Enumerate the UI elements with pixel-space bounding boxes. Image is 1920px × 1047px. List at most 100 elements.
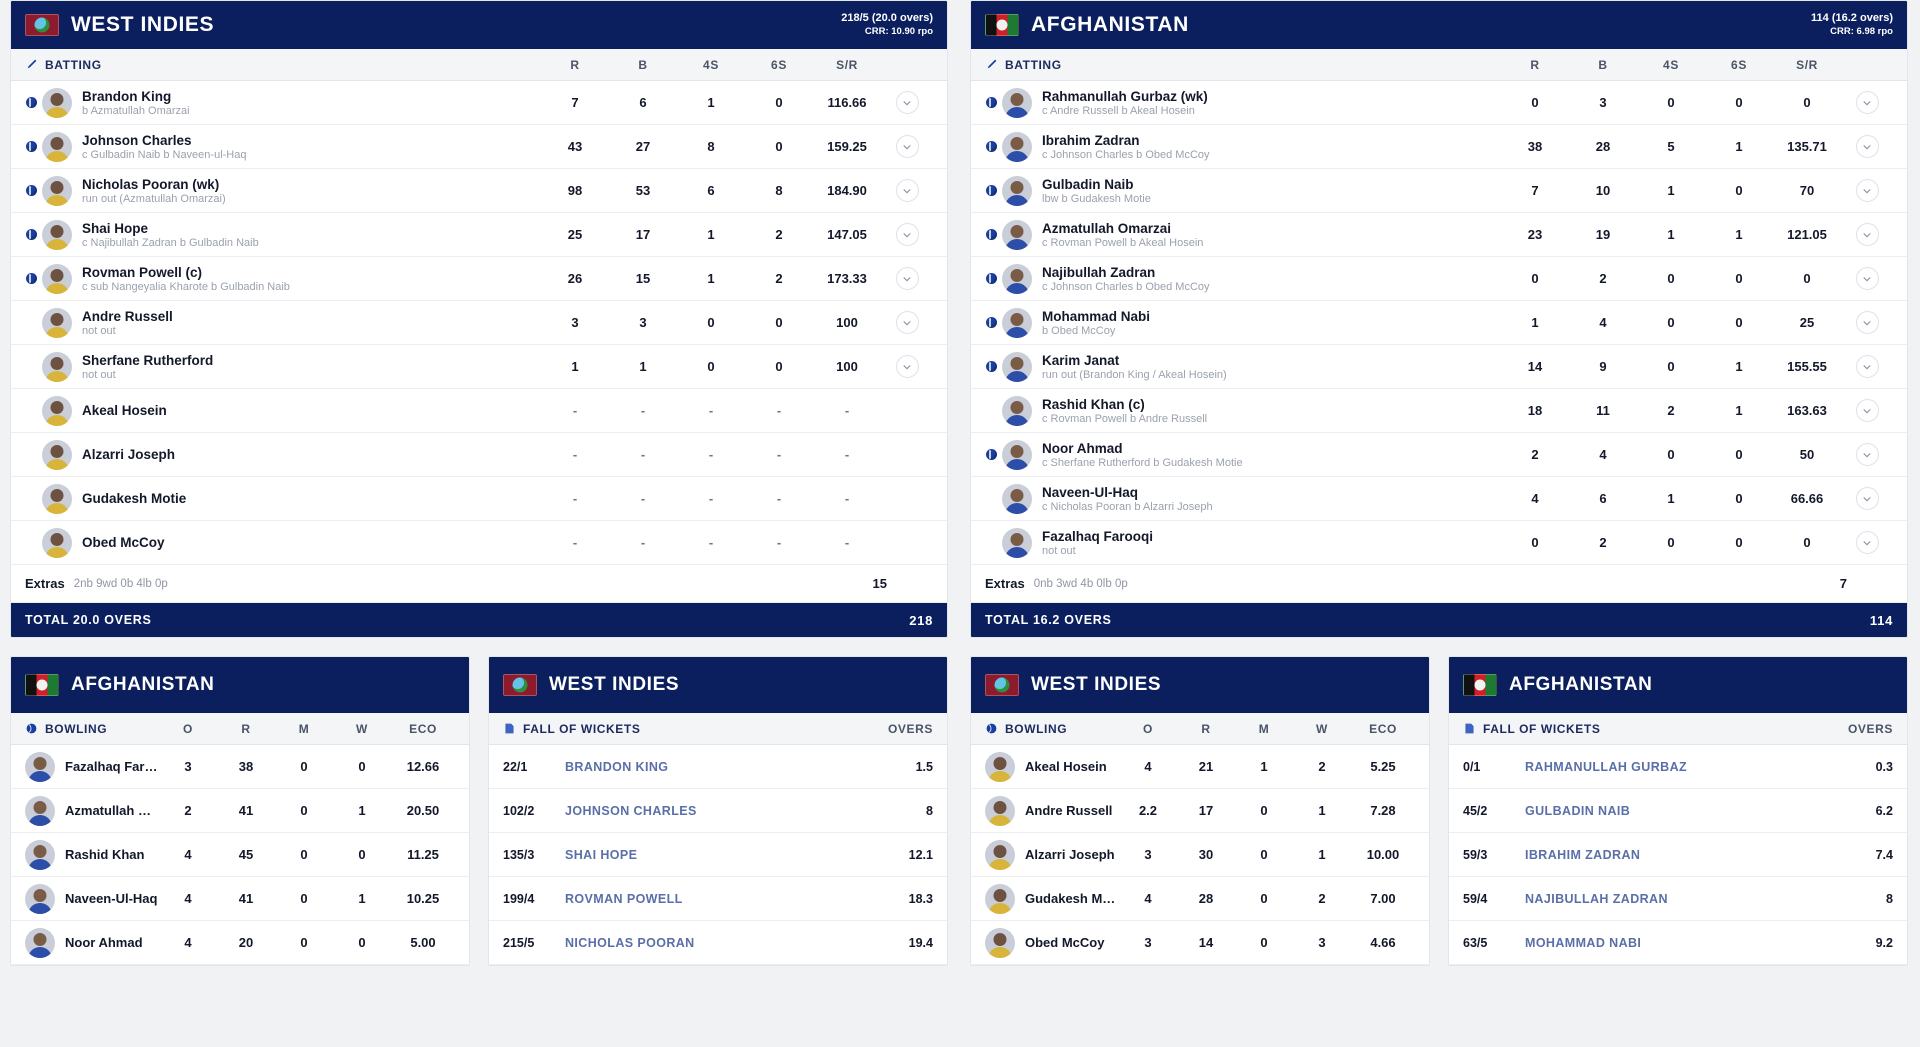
batsman-row[interactable]: Naveen-Ul-Haq c Nicholas Pooran b Alzarri… [971,477,1907,521]
fow-row[interactable]: 102/2 JOHNSON CHARLES 8 [489,789,947,833]
dismissal-text: c Sherfane Rutherford b Gudakesh Motie [1042,456,1243,469]
bowler-row[interactable]: Andre Russell 2.2 17 0 1 7.28 [971,789,1429,833]
fow-player-name[interactable]: NICHOLAS POORAN [565,936,873,950]
chevron-down-icon[interactable] [1855,223,1879,246]
bowler-row[interactable]: Rashid Khan 4 45 0 0 11.25 [11,833,469,877]
chevron-down-icon[interactable] [1855,487,1879,510]
chevron-down-icon[interactable] [1855,311,1879,334]
fow-row[interactable]: 22/1 BRANDON KING 1.5 [489,745,947,789]
chevron-down-icon[interactable] [895,223,919,246]
afghanistan-flag-icon [1463,674,1497,696]
batsman-stat-r: 0 [1531,271,1539,286]
bowler-row[interactable]: Azmatullah Omarzai 2 41 0 1 20.50 [11,789,469,833]
bowler-row[interactable]: Gudakesh Motie 4 28 0 2 7.00 [971,877,1429,921]
bowler-stat-r: 41 [238,891,254,906]
chevron-down-icon[interactable] [1855,531,1879,554]
batsman-stat-sr: 173.33 [827,271,867,286]
batsman-info: Alzarri Joseph [82,447,541,462]
fow-row[interactable]: 59/3 IBRAHIM ZADRAN 7.4 [1449,833,1907,877]
fow-player-name[interactable]: JOHNSON CHARLES [565,804,873,818]
batsman-row[interactable]: Rahmanullah Gurbaz (wk) c Andre Russell b… [971,81,1907,125]
chevron-down-icon[interactable] [1855,443,1879,466]
expand-cell [1841,91,1893,114]
bowler-stat-o: 4 [184,891,192,906]
batsman-row[interactable]: Gulbadin Naib lbw b Gudakesh Motie 7 10 1 0 70 [971,169,1907,213]
bowler-name: Fazalhaq Farooqi [65,759,159,774]
bowler-row[interactable]: Noor Ahmad 4 20 0 0 5.00 [11,921,469,965]
fow-row[interactable]: 59/4 NAJIBULLAH ZADRAN 8 [1449,877,1907,921]
batsman-info: Obed McCoy [82,535,541,550]
chevron-down-icon[interactable] [895,311,919,334]
batsman-row[interactable]: Fazalhaq Farooqi not out 0 2 0 0 0 [971,521,1907,565]
chevron-down-icon[interactable] [1855,179,1879,202]
fow-player-name[interactable]: RAHMANULLAH GURBAZ [1525,760,1833,774]
wicket-ball-icon [985,141,998,152]
player-avatar [42,527,72,558]
bowler-row[interactable]: Naveen-Ul-Haq 4 41 0 1 10.25 [11,877,469,921]
fow-player-name[interactable]: SHAI HOPE [565,848,873,862]
fow-player-name[interactable]: IBRAHIM ZADRAN [1525,848,1833,862]
batsman-row[interactable]: Andre Russell not out 3 3 0 0 100 [11,301,947,345]
batsman-stat-b: - [640,403,646,418]
bowler-stat-o: 4 [1144,891,1152,906]
chevron-down-icon[interactable] [895,355,919,378]
batsman-stat-r: - [572,403,578,418]
batsman-row[interactable]: Sherfane Rutherford not out 1 1 0 0 100 [11,345,947,389]
batsman-row[interactable]: Nicholas Pooran (wk) run out (Azmatullah … [11,169,947,213]
batsman-row[interactable]: Mohammad Nabi b Obed McCoy 1 4 0 0 25 [971,301,1907,345]
expand-cell [1841,487,1893,510]
ball-marker [986,141,997,152]
batsman-row[interactable]: Rashid Khan (c) c Rovman Powell b Andre R… [971,389,1907,433]
batting-col-6s: 6S [771,57,787,72]
innings-score: 218/5 (20.0 overs) CRR: 10.90 rpo [841,12,933,38]
fow-row[interactable]: 63/5 MOHAMMAD NABI 9.2 [1449,921,1907,965]
bowler-row[interactable]: Akeal Hosein 4 21 1 2 5.25 [971,745,1429,789]
batsman-stat-s: 0 [1735,315,1743,330]
batsman-row[interactable]: Alzarri Joseph - - - - - [11,433,947,477]
batsman-row[interactable]: Najibullah Zadran c Johnson Charles b Obe… [971,257,1907,301]
fow-player-name[interactable]: ROVMAN POWELL [565,892,873,906]
fow-over: 9.2 [1875,935,1893,950]
chevron-down-icon[interactable] [895,91,919,114]
fow-row[interactable]: 0/1 RAHMANULLAH GURBAZ 0.3 [1449,745,1907,789]
batsman-info: Fazalhaq Farooqi not out [1042,529,1501,557]
chevron-down-icon[interactable] [895,267,919,290]
bowler-row[interactable]: Alzarri Joseph 3 30 0 1 10.00 [971,833,1429,877]
batsman-row[interactable]: Azmatullah Omarzai c Rovman Powell b Akea… [971,213,1907,257]
chevron-down-icon[interactable] [895,135,919,158]
batsman-name: Rashid Khan (c) [1042,396,1145,412]
player-avatar [985,927,1015,958]
fow-row[interactable]: 199/4 ROVMAN POWELL 18.3 [489,877,947,921]
chevron-down-icon[interactable] [1855,355,1879,378]
chevron-down-icon[interactable] [895,179,919,202]
batsman-info: Andre Russell not out [82,309,541,337]
fow-row[interactable]: 45/2 GULBADIN NAIB 6.2 [1449,789,1907,833]
batsman-row[interactable]: Akeal Hosein - - - - - [11,389,947,433]
batsman-name: Najibullah Zadran [1042,264,1156,280]
bowler-row[interactable]: Fazalhaq Farooqi 3 38 0 0 12.66 [11,745,469,789]
batsman-row[interactable]: Noor Ahmad c Sherfane Rutherford b Gudake… [971,433,1907,477]
chevron-down-icon[interactable] [1855,399,1879,422]
bowler-stat-r: 21 [1198,759,1214,774]
batsman-row[interactable]: Ibrahim Zadran c Johnson Charles b Obed M… [971,125,1907,169]
batsman-row[interactable]: Rovman Powell (c) c sub Nangeyalia Kharot… [11,257,947,301]
fow-row[interactable]: 135/3 SHAI HOPE 12.1 [489,833,947,877]
fow-player-name[interactable]: NAJIBULLAH ZADRAN [1525,892,1833,906]
batsman-row[interactable]: Shai Hope c Najibullah Zadran b Gulbadin … [11,213,947,257]
bowler-row[interactable]: Obed McCoy 3 14 0 3 4.66 [971,921,1429,965]
fow-row[interactable]: 215/5 NICHOLAS POORAN 19.4 [489,921,947,965]
chevron-down-icon[interactable] [1855,135,1879,158]
batsman-row[interactable]: Karim Janat run out (Brandon King / Akeal… [971,345,1907,389]
batsman-row[interactable]: Gudakesh Motie - - - - - [11,477,947,521]
batsman-row[interactable]: Brandon King b Azmatullah Omarzai 7 6 1 0 116.… [11,81,947,125]
batsman-row[interactable]: Johnson Charles c Gulbadin Naib b Naveen-… [11,125,947,169]
fow-player-name[interactable]: BRANDON KING [565,760,873,774]
fow-player-name[interactable]: MOHAMMAD NABI [1525,936,1833,950]
bowler-stat-r: 38 [238,759,254,774]
fow-player-name[interactable]: GULBADIN NAIB [1525,804,1833,818]
chevron-down-icon[interactable] [1855,267,1879,290]
batsman-stat-s: 0 [1735,491,1743,506]
chevron-down-icon[interactable] [1855,91,1879,114]
batsman-row[interactable]: Obed McCoy - - - - - [11,521,947,565]
batsman-stat-s: - [776,403,782,418]
